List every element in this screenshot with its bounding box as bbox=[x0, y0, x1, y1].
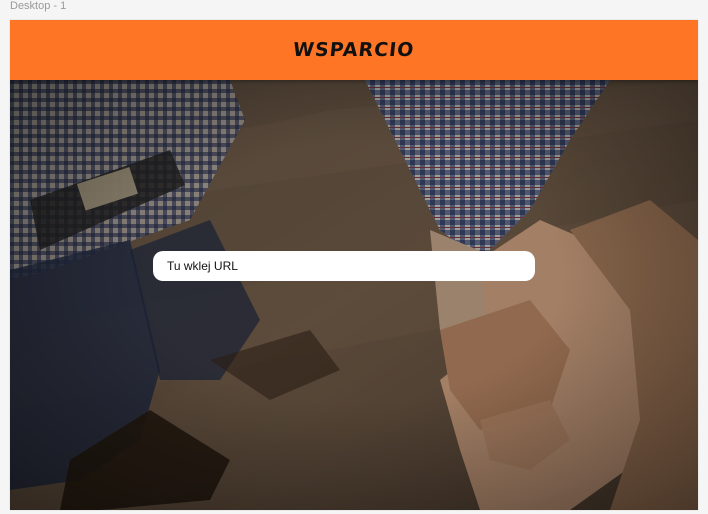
handshake-image bbox=[10, 80, 698, 510]
artboard: WSPARCIO Tu wklej URL bbox=[10, 20, 698, 510]
url-input-placeholder: Tu wklej URL bbox=[167, 259, 238, 273]
header-bar: WSPARCIO bbox=[10, 20, 698, 80]
url-input[interactable]: Tu wklej URL bbox=[153, 251, 535, 281]
brand-title: WSPARCIO bbox=[292, 39, 416, 61]
frame-label: Desktop - 1 bbox=[10, 0, 67, 12]
hero-background bbox=[10, 80, 698, 510]
